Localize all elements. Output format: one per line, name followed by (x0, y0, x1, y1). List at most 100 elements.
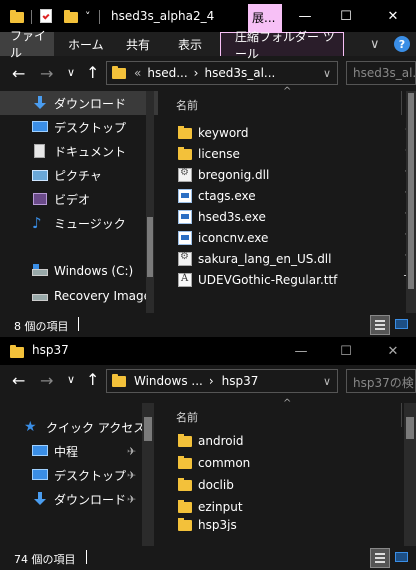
file-row[interactable]: licenseフ (158, 143, 416, 164)
column-header-name[interactable]: 名前 (176, 409, 198, 425)
column-divider[interactable] (401, 403, 402, 427)
large-icons-view-button[interactable] (392, 548, 412, 568)
search-input[interactable]: hsed3s_al... (346, 61, 416, 85)
quick-access-toolbar-dropdown-icon[interactable]: ˅ (85, 10, 91, 23)
nav-item-videos[interactable]: ビデオ (0, 187, 158, 211)
breadcrumb-separator[interactable]: › (209, 374, 214, 388)
folder-icon[interactable] (10, 10, 24, 23)
large-icons-view-button[interactable] (392, 315, 412, 335)
folder-icon[interactable] (10, 345, 24, 358)
file-name: ctags.exe (198, 188, 256, 203)
close-button[interactable]: ✕ (370, 337, 416, 365)
tab-share[interactable]: 共有 (126, 32, 150, 56)
nav-item-pictures[interactable]: ピクチャ (0, 163, 158, 187)
maximize-button[interactable]: ☐ (323, 337, 369, 365)
scrollbar-thumb[interactable] (408, 93, 414, 289)
details-view-button[interactable] (370, 548, 390, 568)
nav-item-desktop[interactable]: デスクトップ ✈ (0, 463, 158, 487)
file-row[interactable]: sakura_lang_en_US.dllア (158, 248, 416, 269)
scrollbar-thumb[interactable] (147, 217, 153, 277)
status-separator (86, 550, 87, 564)
status-separator (78, 317, 79, 331)
recent-locations-dropdown[interactable]: ∨ (67, 373, 75, 386)
nav-item-desktop[interactable]: デスクトップ (0, 115, 158, 139)
pin-icon[interactable]: ✈ (127, 493, 136, 506)
nav-item-music[interactable]: ♪ ミュージック (0, 211, 158, 235)
folder-icon (178, 499, 192, 514)
check-mark-icon (42, 12, 50, 20)
file-row[interactable]: android (158, 430, 416, 451)
scrollbar-thumb[interactable] (144, 417, 152, 441)
nav-item-recovery-image[interactable]: Recovery Image (0, 284, 158, 308)
tab-compressed-folder-tools[interactable]: 圧縮フォルダー ツール (220, 30, 344, 61)
file-list-scrollbar[interactable] (404, 403, 416, 546)
nav-item-windows-c[interactable]: Windows (C:) (0, 259, 158, 283)
sort-ascending-icon: ^ (283, 398, 292, 409)
nav-item-quick-access[interactable]: ★ クイック アクセス (0, 415, 158, 439)
search-input[interactable]: hsp37の検... (346, 369, 416, 393)
folder-icon (178, 125, 192, 140)
nav-item-label: ドキュメント (54, 144, 127, 159)
file-row[interactable]: common (158, 452, 416, 473)
windows-drive-icon (32, 264, 48, 278)
back-button[interactable]: ← (12, 371, 25, 390)
nav-item-pinned[interactable]: 中程 ✈ (0, 439, 158, 463)
file-row[interactable]: hsp3js (158, 515, 416, 531)
pin-icon[interactable]: ✈ (127, 469, 136, 482)
nav-item-documents[interactable]: ドキュメント (0, 139, 158, 163)
file-row[interactable]: doclib (158, 474, 416, 495)
address-bar[interactable]: « hsed... › hsed3s_al... ∨ (106, 61, 338, 85)
back-button[interactable]: ← (12, 64, 25, 83)
file-row[interactable]: UDEVGothic-Regular.ttfTr (158, 269, 416, 290)
title-bar[interactable]: hsp37 — ☐ ✕ (0, 337, 416, 365)
title-separator (31, 10, 32, 24)
file-row[interactable]: ezinput (158, 496, 416, 517)
address-overflow[interactable]: « (134, 66, 141, 80)
desktop-icon (32, 468, 48, 482)
breadcrumb-part[interactable]: hsp37 (222, 374, 259, 388)
tab-view[interactable]: 表示 (178, 32, 202, 56)
address-dropdown-icon[interactable]: ∨ (323, 67, 331, 80)
file-name: doclib (198, 477, 234, 492)
address-dropdown-icon[interactable]: ∨ (323, 375, 331, 388)
nav-pane-scrollbar[interactable] (146, 91, 154, 313)
details-view-button[interactable] (370, 315, 390, 335)
desktop-icon (32, 444, 48, 458)
file-row[interactable]: bregonig.dllア (158, 164, 416, 185)
minimize-button[interactable]: — (278, 337, 324, 365)
file-row[interactable]: iconcnv.exeア (158, 227, 416, 248)
forward-button[interactable]: → (40, 64, 53, 83)
ribbon-expand-icon[interactable]: ∨ (370, 32, 380, 56)
file-row[interactable]: ctags.exeア (158, 185, 416, 206)
column-divider[interactable] (401, 91, 402, 115)
file-name: hsp3js (198, 518, 237, 531)
breadcrumb-part[interactable]: Windows ... (134, 374, 203, 388)
file-row[interactable]: keywordフ (158, 122, 416, 143)
file-row[interactable]: hsed3s.exeア (158, 206, 416, 227)
document-icon (32, 144, 48, 158)
nav-pane-scrollbar[interactable] (142, 403, 154, 546)
properties-icon[interactable] (40, 9, 52, 23)
file-list-scrollbar[interactable] (406, 91, 416, 313)
scrollbar-thumb[interactable] (406, 417, 414, 439)
nav-item-downloads[interactable]: ダウンロード (0, 91, 158, 115)
nav-item-downloads[interactable]: ダウンロード ✈ (0, 487, 158, 511)
close-button[interactable]: ✕ (370, 0, 416, 32)
tab-file[interactable]: ファイル (0, 29, 54, 60)
recent-locations-dropdown[interactable]: ∨ (67, 66, 75, 79)
up-button[interactable]: ↑ (86, 63, 99, 82)
breadcrumb-part[interactable]: hsed3s_al... (204, 66, 275, 80)
pin-icon[interactable]: ✈ (127, 445, 136, 458)
column-header-name[interactable]: 名前 (176, 97, 198, 113)
address-bar[interactable]: Windows ... › hsp37 ∨ (106, 369, 338, 393)
breadcrumb-separator[interactable]: › (194, 66, 199, 80)
up-button[interactable]: ↑ (86, 370, 99, 389)
new-folder-icon[interactable] (64, 10, 78, 23)
title-bar[interactable]: ˅ hsed3s_alpha2_4 展... — ☐ ✕ (0, 0, 416, 32)
exe-icon (178, 230, 192, 245)
breadcrumb-part[interactable]: hsed... (147, 66, 187, 80)
star-icon: ★ (24, 419, 37, 435)
tab-home[interactable]: ホーム (68, 32, 104, 56)
help-icon[interactable]: ? (394, 36, 410, 52)
forward-button[interactable]: → (40, 371, 53, 390)
